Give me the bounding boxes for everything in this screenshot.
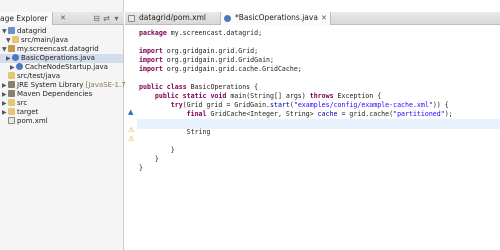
tab-basic-operations-java[interactable]: *BasicOperations.java ✕ <box>221 12 331 25</box>
code-line: } <box>139 155 159 164</box>
code-token: } <box>139 146 175 154</box>
code-line: import org.gridgain.grid.GridGain; <box>139 56 274 65</box>
tree-item-label: my.screencast.datagrid <box>17 45 99 53</box>
code-token: GridCache<Integer, String> <box>206 110 318 118</box>
code-line: final GridCache<Integer, String> cache =… <box>139 110 453 119</box>
code-line: } <box>139 164 143 173</box>
code-line: String <box>139 128 211 137</box>
tree-item-decoration: [JavaSE-1.7] <box>83 81 129 89</box>
editor-gutter: ▲ ⚠ ⚠ <box>125 26 137 250</box>
tree-item-label: src/test/java <box>17 72 61 80</box>
xml-file-icon <box>128 15 135 22</box>
code-token: main(String[] args) <box>226 92 310 100</box>
code-token: package <box>139 29 167 37</box>
tree-item-label: JRE System Library <box>17 81 84 89</box>
tree-item[interactable]: pom.xml <box>0 117 123 126</box>
tree-item[interactable]: ▶ CacheNodeStartup.java <box>0 63 123 72</box>
tree-item-label: Maven Dependencies <box>17 90 93 98</box>
code-token: ); <box>444 110 453 118</box>
code-token: org.gridgain.grid.Grid; <box>162 47 259 55</box>
tree-item-label: src <box>17 99 28 107</box>
code-editor: datagrid/pom.xml *BasicOperations.java ✕… <box>125 0 500 250</box>
proj-icon <box>8 27 15 34</box>
tree-item[interactable]: ▼ my.screencast.datagrid <box>0 45 123 54</box>
code-line: public static void main(String[] args) t… <box>139 92 381 101</box>
code-line: import org.gridgain.grid.cache.GridCache… <box>139 65 302 74</box>
code-token: BasicOperations { <box>186 83 259 91</box>
code-line: import org.gridgain.grid.Grid; <box>139 47 258 56</box>
code-token: (Grid grid = GridGain. <box>182 101 271 109</box>
code-line: try(Grid grid = GridGain.start("examples… <box>139 101 449 110</box>
lib-icon <box>8 81 15 88</box>
tree-item[interactable]: ▶ Maven Dependencies <box>0 90 123 99</box>
view-menu-icon[interactable]: ▾ <box>112 14 121 23</box>
close-icon[interactable]: ✕ <box>321 14 327 22</box>
tree-item[interactable]: ▼ src/main/java <box>0 36 123 45</box>
code-token: } <box>139 155 159 163</box>
tab-pom-xml[interactable]: datagrid/pom.xml <box>125 12 221 25</box>
folder-icon <box>8 72 15 79</box>
java-file-icon <box>224 15 231 22</box>
code-line: package my.screencast.datagrid; <box>139 29 262 38</box>
code-token: import <box>139 47 163 55</box>
warning-icon[interactable]: ⚠ <box>128 136 134 143</box>
tab-label: *BasicOperations.java <box>235 13 318 22</box>
tree-item-label: src/main/java <box>21 36 69 44</box>
folder-icon <box>12 36 19 43</box>
code-token: throws <box>309 92 334 100</box>
close-icon[interactable]: ✕ <box>60 14 66 22</box>
code-token: String <box>139 128 211 136</box>
code-token: try <box>139 101 183 109</box>
code-token: "partitioned" <box>393 110 445 118</box>
tree-item-label: BasicOperations.java <box>21 54 95 62</box>
folder-icon <box>8 108 15 115</box>
tree-item-label: pom.xml <box>17 117 48 125</box>
code-token: public static void <box>139 92 227 100</box>
override-marker-icon: ▲ <box>128 108 134 116</box>
package-explorer-panel: age Explorer ✕ ⊟ ⇄ ▾ ▼ datagrid ▼ src/main/… <box>0 0 128 250</box>
code-token: = grid.cache( <box>337 110 394 118</box>
code-token: } <box>139 164 143 172</box>
code-token: start <box>270 101 290 109</box>
tree-item-label: CacheNodeStartup.java <box>25 63 108 71</box>
code-token: import <box>139 65 163 73</box>
collapse-all-icon[interactable]: ⊟ <box>92 14 101 23</box>
code-token: org.gridgain.grid.cache.GridCache; <box>162 65 302 73</box>
tree-item[interactable]: ▶ BasicOperations.java <box>0 54 123 63</box>
explorer-tab-bar: age Explorer ✕ ⊟ ⇄ ▾ <box>0 12 124 25</box>
tree-item-label: target <box>17 108 39 116</box>
warning-icon[interactable]: ⚠ <box>128 127 134 134</box>
xml-icon <box>8 117 15 124</box>
code-token: my.screencast.datagrid; <box>166 29 263 37</box>
code-token: final <box>139 110 207 118</box>
tab-label: datagrid/pom.xml <box>139 13 206 22</box>
code-line: } <box>139 146 175 155</box>
explorer-tab-label: age Explorer <box>0 14 48 23</box>
tree-item[interactable]: ▶ target <box>0 108 123 117</box>
code-token: )) { <box>432 101 449 109</box>
pkg-icon <box>8 45 15 52</box>
tree-item[interactable]: ▼ datagrid <box>0 27 123 36</box>
code-token: Exception { <box>333 92 382 100</box>
lib-icon <box>8 90 15 97</box>
tree-item[interactable]: ▶ JRE System Library [JavaSE-1.7] <box>0 81 128 90</box>
tree-item-label: datagrid <box>17 27 47 35</box>
code-token: import <box>139 56 163 64</box>
code-token: public class <box>139 83 187 91</box>
tree-item[interactable]: ▶ src <box>0 99 123 108</box>
java-icon <box>16 63 23 70</box>
editor-tab-bar: datagrid/pom.xml *BasicOperations.java ✕ <box>125 12 500 25</box>
code-token: org.gridgain.grid.GridGain; <box>162 56 274 64</box>
code-line: public class BasicOperations { <box>139 83 258 92</box>
code-token: cache <box>317 110 338 118</box>
code-token: "examples/config/example-cache.xml" <box>293 101 433 109</box>
link-editor-icon[interactable]: ⇄ <box>102 14 111 23</box>
folder-icon <box>8 99 15 106</box>
expand-toggle-icon[interactable]: ▶ <box>6 54 12 63</box>
java-icon <box>12 54 19 61</box>
tab-package-explorer[interactable]: age Explorer ✕ <box>0 12 66 25</box>
expand-toggle-icon[interactable]: ▶ <box>10 63 16 72</box>
tree-item[interactable]: src/test/java <box>0 72 123 81</box>
